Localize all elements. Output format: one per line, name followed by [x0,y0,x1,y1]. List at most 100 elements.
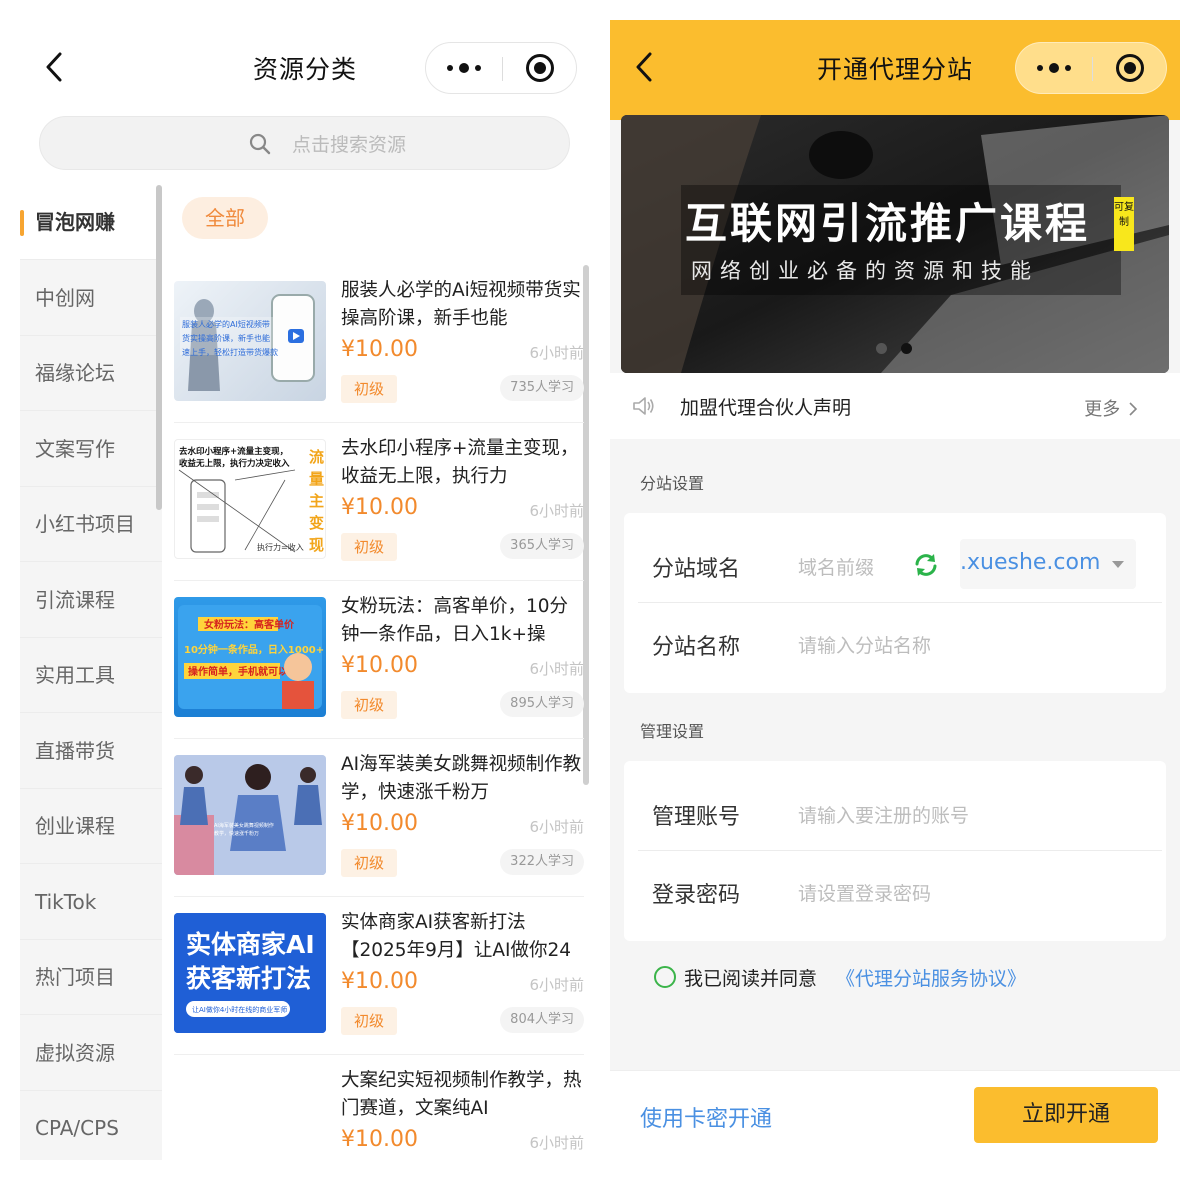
resource-category-screen: 资源分类 点击搜索资源 冒泡网赚 中创网 福缘论坛 文案写作 小红书项目 引流课… [20,20,590,1160]
course-time: 6小时前 [529,976,584,994]
site-settings-label: 分站设置 [640,474,705,493]
chevron-right-icon [1129,402,1138,416]
more-dots-icon[interactable] [426,43,502,93]
notice-bar[interactable]: 加盟代理合伙人声明 更多 [610,373,1180,439]
svg-text:实体商家AI: 实体商家AI [186,930,315,959]
nav-bar: 开通代理分站 [610,20,1180,120]
course-card[interactable]: 去水印小程序+流量主变现， 收益无上限，执行力决定收入 执行力=收入 流 量 主… [174,423,584,581]
svg-text:执行力=收入: 执行力=收入 [257,542,304,552]
sidebar-item-fuyuan[interactable]: 福缘论坛 [20,336,162,411]
banner-subtitle: 网络创业必备的资源和技能 [691,259,1039,283]
close-target-icon[interactable] [526,54,554,82]
filter-all-chip[interactable]: 全部 [182,197,268,239]
banner-copyable-tag: 可复制 [1114,197,1134,251]
password-label: 登录密码 [652,883,741,908]
promo-banner[interactable]: 互联网引流推广课程 网络创业必备的资源和技能 可复制 [621,115,1169,373]
course-thumbnail: 去水印小程序+流量主变现， 收益无上限，执行力决定收入 执行力=收入 流 量 主… [174,439,326,559]
nav-bar: 资源分类 [20,20,590,115]
svg-text:女粉玩法：高客单价: 女粉玩法：高客单价 [204,618,295,631]
site-settings-form: 分站域名 域名前缀 .xueshe.com 分站名称 请输入分站名称 [624,513,1166,693]
search-icon [249,133,271,155]
course-thumbnail: AI海军装美女跳舞视频制作 教学，快速涨千粉万 [174,755,326,875]
sidebar-item-livestream[interactable]: 直播带货 [20,714,162,789]
domain-suffix-select[interactable]: .xueshe.com [960,539,1136,589]
course-card[interactable]: 服装人必学的AI短视频带 货实操高阶课，新手也能 速上手，轻松打造带货爆款 服装… [174,265,584,423]
course-students: 895人学习 [500,691,584,717]
search-placeholder: 点击搜索资源 [292,134,407,156]
domain-label: 分站域名 [652,557,741,582]
svg-text:操作简单，手机就可以: 操作简单，手机就可以 [188,665,288,678]
svg-text:货实操高阶课，新手也能: 货实操高阶课，新手也能 [182,333,270,343]
account-label: 管理账号 [652,805,741,830]
svg-text:主: 主 [309,492,324,510]
course-title: 去水印小程序+流量主变现，收益无上限，执行力 [341,438,579,487]
course-level-badge: 初级 [341,375,397,403]
sidebar-item-virtual[interactable]: 虚拟资源 [20,1016,162,1091]
sidebar-item-zhongchuang[interactable]: 中创网 [20,261,162,336]
open-agent-site-screen: 开通代理分站 互联网引流推广课程 网络创业必备的资源和技能 可复制 加盟代理合伙… [610,20,1180,1160]
course-level-badge: 初级 [341,533,397,561]
mini-program-capsule [1015,42,1167,94]
open-now-button[interactable]: 立即开通 [974,1087,1158,1143]
agreement-text: 我已阅读并同意 [684,968,818,990]
notice-more-link[interactable]: 更多 [1084,395,1138,421]
admin-settings-label: 管理设置 [640,722,705,741]
course-level-badge: 初级 [341,849,397,877]
carousel-dot-active[interactable] [901,343,912,354]
course-time: 6小时前 [529,818,584,836]
search-input[interactable]: 点击搜索资源 [39,116,570,170]
svg-text:教学，快速涨千粉万: 教学，快速涨千粉万 [214,830,259,837]
more-dots-icon[interactable] [1016,43,1092,93]
sidebar-item-maopao[interactable]: 冒泡网赚 [20,185,162,260]
course-card[interactable]: 实体商家AI 获客新打法 让AI做你4小时在线的商业军师 实体商家AI获客新打法… [174,897,584,1055]
site-name-label: 分站名称 [652,635,741,660]
svg-text:现: 现 [309,536,324,554]
sidebar-item-traffic[interactable]: 引流课程 [20,563,162,638]
course-price: ¥10.00 [341,495,418,520]
sidebar-item-tools[interactable]: 实用工具 [20,638,162,713]
password-input[interactable]: 请设置登录密码 [798,879,931,906]
svg-text:变: 变 [309,514,324,532]
account-input[interactable]: 请输入要注册的账号 [798,801,969,828]
course-card[interactable]: 女粉玩法：高客单价 10分钟一条作品，日入1000+ 操作简单，手机就可以 女粉… [174,581,584,739]
close-target-icon[interactable] [1116,54,1144,82]
svg-text:收益无上限，执行力决定收入: 收益无上限，执行力决定收入 [179,458,290,469]
carousel-dot[interactable] [876,343,887,354]
course-card[interactable]: 大案纪实短视频制作教学，热门赛道，文案纯AI ¥10.00 6小时前 [174,1055,584,1160]
sidebar-item-xiaohongshu[interactable]: 小红书项目 [20,487,162,562]
course-price: ¥10.00 [341,653,418,678]
notice-more-label: 更多 [1084,399,1121,420]
course-time: 6小时前 [529,1134,584,1152]
course-card[interactable]: AI海军装美女跳舞视频制作 教学，快速涨千粉万 AI海军装美女跳舞视频制作教学，… [174,739,584,897]
card-key-open-link[interactable]: 使用卡密开通 [640,1101,772,1133]
domain-prefix-input[interactable]: 域名前缀 [798,553,874,580]
admin-settings-form: 管理账号 请输入要注册的账号 登录密码 请设置登录密码 [624,761,1166,941]
domain-suffix-value: .xueshe.com [960,550,1101,575]
speaker-icon [633,397,654,415]
agree-radio[interactable] [654,966,676,988]
sidebar-item-cpa[interactable]: CPA/CPS [20,1091,162,1160]
site-name-input[interactable]: 请输入分站名称 [798,631,931,658]
svg-text:速上手，轻松打造带货爆款: 速上手，轻松打造带货爆款 [182,347,278,357]
password-row: 登录密码 请设置登录密码 [624,853,1166,929]
sidebar-item-tiktok[interactable]: TikTok [20,865,162,940]
agreement-link[interactable]: 《代理分站服务协议》 [836,964,1026,991]
course-students: 804人学习 [500,1007,584,1033]
sidebar-item-hot[interactable]: 热门项目 [20,940,162,1015]
svg-text:量: 量 [309,470,324,488]
svg-text:服装人必学的AI短视频带: 服装人必学的AI短视频带 [182,319,270,329]
sidebar-item-startup[interactable]: 创业课程 [20,789,162,864]
course-time: 6小时前 [529,502,584,520]
course-price: ¥10.00 [341,1127,418,1152]
banner-title: 互联网引流推广课程 [685,199,1091,248]
refresh-icon[interactable] [912,551,940,579]
course-students: 322人学习 [500,849,584,875]
course-thumbnail: 服装人必学的AI短视频带 货实操高阶课，新手也能 速上手，轻松打造带货爆款 [174,281,326,401]
sidebar-item-copywriting[interactable]: 文案写作 [20,412,162,487]
course-title: 女粉玩法：高客单价，10分钟一条作品，日入1k+操 [341,596,569,645]
notice-text: 加盟代理合伙人声明 [680,397,852,419]
course-level-badge: 初级 [341,1007,397,1035]
course-level-badge: 初级 [341,691,397,719]
bottom-action-bar: 使用卡密开通 立即开通 [610,1070,1180,1160]
svg-text:流: 流 [309,448,324,466]
